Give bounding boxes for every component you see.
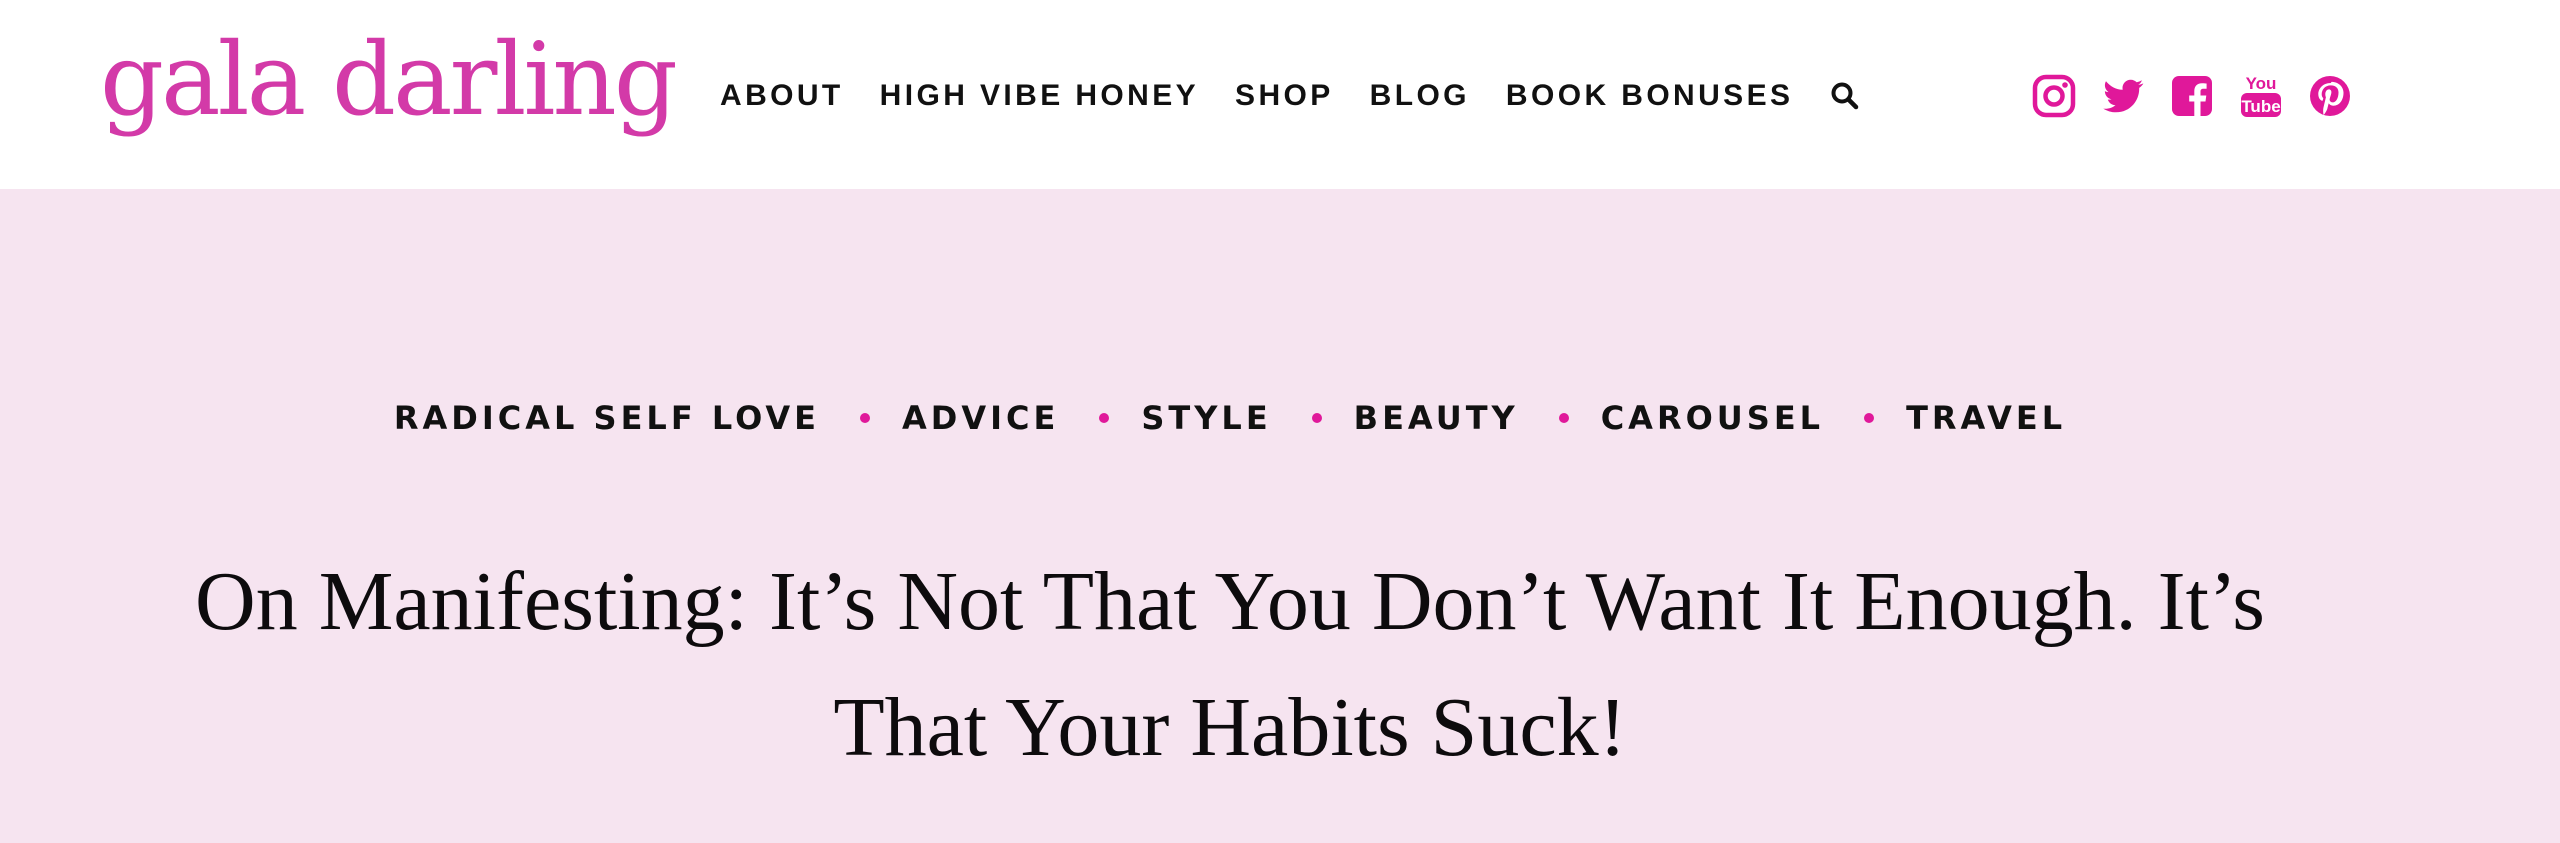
nav-item-about[interactable]: ABOUT	[720, 79, 844, 113]
instagram-icon[interactable]	[2030, 72, 2078, 120]
post-title: On Manifesting: It’s Not That You Don’t …	[195, 555, 2265, 774]
nav-item-high-vibe-honey[interactable]: HIGH VIBE HONEY	[880, 79, 1199, 113]
separator-dot	[1099, 413, 1110, 423]
social-links: You Tube	[2030, 68, 2375, 124]
nav-item-book-bonuses[interactable]: BOOK BONUSES	[1506, 79, 1794, 113]
post-hero: RADICAL SELF LOVE ADVICE STYLE BEAUTY CA…	[0, 189, 2560, 843]
separator-dot	[1558, 413, 1569, 423]
svg-text:You: You	[2246, 74, 2277, 93]
separator-dot	[1864, 413, 1875, 423]
nav-item-shop[interactable]: SHOP	[1235, 79, 1334, 113]
category-style[interactable]: STYLE	[1141, 399, 1271, 437]
category-list: RADICAL SELF LOVE ADVICE STYLE BEAUTY CA…	[0, 399, 2560, 437]
main-nav: ABOUT HIGH VIBE HONEY SHOP BLOG BOOK BON…	[720, 76, 1861, 116]
svg-text:Tube: Tube	[2241, 97, 2280, 116]
category-beauty[interactable]: BEAUTY	[1354, 399, 1519, 437]
separator-dot	[860, 413, 871, 423]
pinterest-icon[interactable]	[2306, 72, 2354, 120]
site-logo[interactable]: gala darling	[100, 30, 678, 130]
category-advice[interactable]: ADVICE	[902, 399, 1059, 437]
youtube-icon[interactable]: You Tube	[2237, 72, 2285, 120]
separator-dot	[1311, 413, 1322, 423]
nav-item-blog[interactable]: BLOG	[1370, 79, 1470, 113]
category-radical-self-love[interactable]: RADICAL SELF LOVE	[394, 399, 820, 437]
search-icon[interactable]	[1829, 80, 1861, 112]
twitter-icon[interactable]	[2099, 72, 2147, 120]
category-carousel[interactable]: CAROUSEL	[1601, 399, 1824, 437]
site-header: gala darling ABOUT HIGH VIBE HONEY SHOP …	[0, 0, 2560, 189]
facebook-icon[interactable]	[2168, 72, 2216, 120]
category-travel[interactable]: TRAVEL	[1906, 399, 2066, 437]
